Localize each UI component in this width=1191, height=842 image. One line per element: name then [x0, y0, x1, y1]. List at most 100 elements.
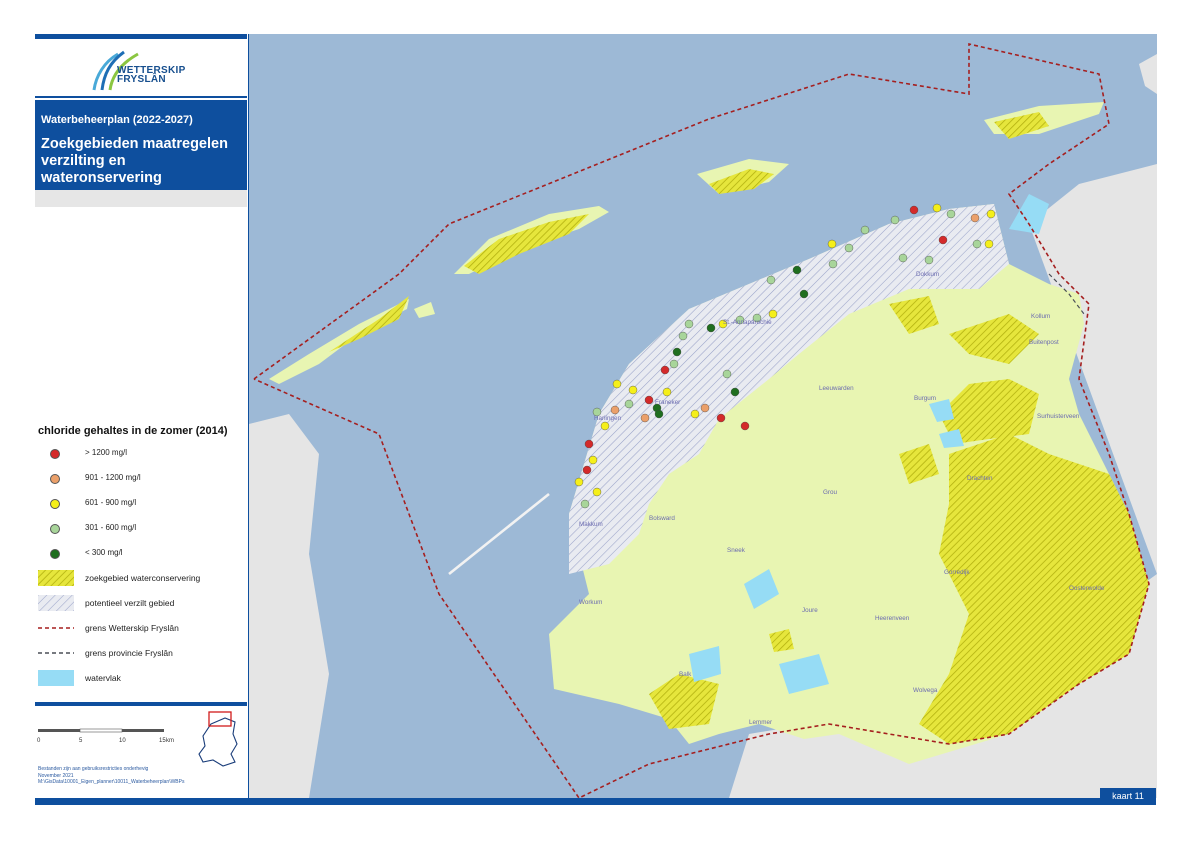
sample-point [768, 309, 778, 319]
place-label: Lemmer [749, 719, 772, 726]
place-label: Grou [823, 489, 837, 496]
place-label: Gorredijk [944, 569, 970, 576]
credits: Bestanden zijn aan gebruiksrestricties o… [38, 766, 184, 786]
logo-line-2: FRYSLÂN [117, 74, 166, 85]
legend-label: < 300 mg/l [85, 548, 123, 557]
place-label: Surhuisterveen [1037, 413, 1080, 420]
map-canvas[interactable]: Dokkum St.-Annaparochie Kollum Buitenpos… [249, 34, 1157, 798]
legend-label: watervlak [85, 673, 121, 683]
sample-point [932, 203, 942, 213]
map[interactable]: Dokkum St.-Annaparochie Kollum Buitenpos… [248, 34, 1157, 798]
scale-tick: 15 [159, 738, 166, 744]
legend-item: > 1200 mg/l [35, 445, 247, 461]
legend-item: < 300 mg/l [35, 545, 247, 561]
place-label: Wolvega [913, 687, 938, 694]
sample-point [722, 369, 732, 379]
place-label: Harlingen [594, 415, 621, 422]
scale-tick: 5 [79, 738, 83, 744]
place-label: Drachten [967, 475, 993, 482]
sample-point [946, 209, 956, 219]
legend-label: grens provincie Fryslân [85, 648, 173, 658]
grey-band [35, 190, 247, 207]
title-box: Waterbeheerplan (2022-2027) Zoekgebieden… [35, 100, 247, 190]
scale-unit: km [166, 738, 174, 744]
hatch-yellow-icon [38, 570, 74, 586]
subtitle: Waterbeheerplan (2022-2027) [41, 114, 193, 126]
darkgreen-dot-icon [50, 549, 60, 559]
place-label: St.-Annaparochie [723, 319, 772, 326]
land-noord-holland [249, 414, 329, 798]
legend-label: 601 - 900 mg/l [85, 498, 137, 507]
legend-title: chloride gehaltes in de zomer (2014) [38, 425, 228, 437]
sample-point [970, 213, 980, 223]
sample-point [624, 399, 634, 409]
sample-point [740, 421, 750, 431]
legend-label: zoekgebied waterconservering [85, 573, 201, 583]
place-label: Makkum [579, 521, 603, 528]
place-label: Dokkum [916, 271, 939, 278]
kaart-label: kaart 11 [1100, 788, 1156, 805]
place-label: Leeuwarden [819, 385, 854, 392]
legend-label: grens Wetterskip Fryslân [85, 623, 179, 633]
place-label: Sneek [727, 547, 746, 554]
sidebar: WETTERSKIP FRYSLÂN Waterbeheerplan (2022… [35, 34, 247, 798]
legend-label: potentieel verzilt gebied [85, 598, 175, 608]
hatch-blue-icon [38, 595, 74, 611]
sample-point [574, 477, 584, 487]
sample-point [924, 255, 934, 265]
sample-point [860, 225, 870, 235]
legend-label: 901 - 1200 mg/l [85, 473, 141, 482]
red-dashed-line-icon [38, 627, 74, 629]
place-label: Balk [679, 671, 692, 678]
sample-point [827, 239, 837, 249]
top-bar [35, 34, 247, 39]
legend-item: watervlak [35, 670, 247, 686]
sample-point [588, 455, 598, 465]
legend-item: grens provincie Fryslân [35, 645, 247, 661]
sample-point [909, 205, 919, 215]
red-dot-icon [50, 449, 60, 459]
logo: WETTERSKIP FRYSLÂN [35, 40, 247, 97]
sample-point [580, 499, 590, 509]
logo-wordmark: WETTERSKIP FRYSLÂN [117, 66, 186, 85]
scale-bar [38, 728, 164, 733]
sample-point [610, 405, 620, 415]
grey-dashed-line-icon [38, 652, 74, 654]
sample-point [678, 331, 688, 341]
scale-tick: 10 [119, 738, 126, 744]
legend-label: 301 - 600 mg/l [85, 523, 137, 532]
sample-point [766, 275, 776, 285]
sample-point [972, 239, 982, 249]
sample-point [986, 209, 996, 219]
sample-point [716, 413, 726, 423]
yellow-dot-icon [50, 499, 60, 509]
page-title: Zoekgebieden maatregelen verzilting en w… [41, 136, 228, 186]
orange-dot-icon [50, 474, 60, 484]
divider [35, 96, 247, 98]
legend-label: > 1200 mg/l [85, 448, 128, 457]
sample-point [612, 379, 622, 389]
place-label: Franeker [655, 399, 680, 406]
legend-item: 301 - 600 mg/l [35, 520, 247, 536]
water-swatch-icon [38, 670, 74, 686]
scale-tick: 0 [37, 738, 41, 744]
sample-point [898, 253, 908, 263]
place-label: Buitenpost [1029, 339, 1059, 346]
sample-point [672, 347, 682, 357]
sample-point [799, 289, 809, 299]
place-label: Oosterwolde [1069, 585, 1105, 592]
sample-point [654, 409, 664, 419]
sample-point [592, 487, 602, 497]
sample-point [584, 439, 594, 449]
legend-item: grens Wetterskip Fryslân [35, 620, 247, 636]
place-label: Joure [802, 607, 818, 614]
sample-point [706, 323, 716, 333]
sample-point [684, 319, 694, 329]
legend-item: zoekgebied waterconservering [35, 570, 247, 586]
sample-point [844, 243, 854, 253]
sample-point [662, 387, 672, 397]
sample-point [690, 409, 700, 419]
sample-point [828, 259, 838, 269]
place-label: Workum [579, 599, 602, 606]
sample-point [669, 359, 679, 369]
